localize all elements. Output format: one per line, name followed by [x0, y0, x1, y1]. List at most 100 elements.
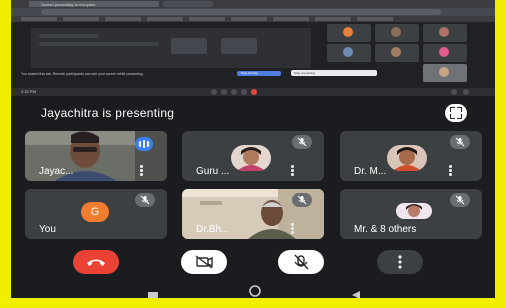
browser-tab: Screen presenting to everyone — [29, 1, 159, 7]
call-controls — [11, 250, 495, 282]
participant-name: Guru ... — [196, 166, 230, 177]
avatar-initial-letter: G — [90, 206, 100, 218]
avatar — [387, 145, 427, 171]
mic-off-icon — [294, 254, 309, 270]
shared-ctl — [211, 89, 217, 95]
shared-ctl — [241, 89, 247, 95]
thumb-avatar — [439, 27, 449, 37]
mic-muted-badge — [292, 135, 312, 149]
thumb-avatar — [439, 67, 449, 77]
shared-thumb — [327, 24, 371, 42]
end-call-button[interactable] — [73, 250, 119, 274]
speaking-indicator — [135, 137, 153, 151]
mic-muted-badge — [292, 193, 312, 207]
bookmark — [63, 17, 99, 21]
participant-name: Dr.Bh... — [196, 224, 230, 235]
mic-off-icon — [140, 195, 150, 205]
android-nav-bar — [11, 282, 495, 298]
shared-thumb — [423, 44, 467, 62]
mic-off-icon — [455, 195, 465, 205]
more-options-icon[interactable] — [140, 165, 143, 176]
mic-off-icon — [455, 137, 465, 147]
mic-off-icon — [297, 195, 307, 205]
participant-tile-self[interactable]: G You — [25, 189, 167, 239]
mic-toggle-button[interactable] — [278, 250, 324, 274]
shared-screen[interactable]: Screen presenting to everyone You shared… — [11, 0, 495, 96]
shared-ctl — [451, 89, 457, 95]
browser-tab-bar: Screen presenting to everyone — [11, 0, 495, 8]
blurred-text — [39, 34, 99, 38]
shared-thumb — [423, 64, 467, 82]
bookmark — [21, 17, 57, 21]
more-options-icon[interactable] — [449, 165, 452, 176]
shared-message: You shared this tab. Remote participants… — [21, 72, 144, 76]
address-bar — [11, 8, 495, 16]
bookmark — [231, 17, 267, 21]
bookmark — [189, 17, 225, 21]
fullscreen-button[interactable] — [445, 104, 467, 122]
participant-name: Mr. & 8 others — [354, 224, 417, 235]
more-options-icon[interactable] — [291, 165, 294, 176]
participant-tile[interactable]: Guru ... — [182, 131, 324, 181]
recents-button[interactable] — [147, 286, 159, 298]
avatar — [396, 203, 432, 219]
participant-tile[interactable]: Dr. M... — [340, 131, 482, 181]
shared-time: 2:32 PM — [21, 89, 36, 94]
home-button[interactable] — [247, 284, 263, 298]
shared-ctl — [221, 89, 227, 95]
participant-name: You — [39, 224, 56, 235]
presenting-banner: Jayachitra is presenting — [11, 100, 495, 126]
shared-thumb — [423, 24, 467, 42]
yellow-frame: Screen presenting to everyone You shared… — [0, 0, 505, 308]
url-box — [41, 9, 441, 15]
phone-screen: Screen presenting to everyone You shared… — [11, 0, 495, 298]
end-call-icon — [87, 259, 105, 266]
shared-end-ctl — [251, 89, 257, 95]
bookmark — [105, 17, 141, 21]
presenting-title: Jayachitra is presenting — [41, 106, 175, 120]
participant-name: Dr. M... — [354, 166, 387, 177]
more-options-icon[interactable] — [291, 223, 294, 234]
thumb-avatar — [391, 27, 401, 37]
recents-icon — [148, 292, 158, 298]
thumb-avatar — [343, 47, 353, 57]
participant-tile[interactable]: Jayac... — [25, 131, 167, 181]
shared-ctl — [231, 89, 237, 95]
more-options-icon — [398, 255, 402, 269]
camera-toggle-button[interactable] — [181, 250, 227, 274]
shared-ctl — [463, 89, 469, 95]
shared-thumb — [327, 44, 371, 62]
mic-muted-badge — [135, 193, 155, 207]
participant-tile-group[interactable]: Mr. & 8 others — [340, 189, 482, 239]
back-icon — [352, 291, 360, 298]
shared-control-strip: 2:32 PM — [11, 88, 495, 96]
home-icon — [249, 285, 261, 297]
participant-name: Jayac... — [39, 166, 74, 177]
browser-tab — [163, 1, 213, 7]
mic-muted-badge — [450, 193, 470, 207]
blurred-text — [39, 42, 159, 46]
thumb-avatar — [391, 47, 401, 57]
thumb-avatar — [343, 27, 353, 37]
camera-off-icon — [195, 255, 213, 269]
bookmark — [357, 17, 393, 21]
shared-thumb — [375, 44, 419, 62]
shared-main-pane — [31, 28, 311, 68]
stop-sharing-button[interactable]: Stop sharing — [237, 71, 281, 76]
mic-muted-badge — [450, 135, 470, 149]
bookmark — [147, 17, 183, 21]
presenting-popup[interactable]: Stop presenting — [291, 70, 377, 76]
blurred-thumb — [171, 38, 207, 54]
bookmark — [315, 17, 351, 21]
blurred-thumb — [221, 38, 257, 54]
participant-tile[interactable]: Dr.Bh... — [182, 189, 324, 239]
more-options-button[interactable] — [377, 250, 423, 274]
avatar — [231, 145, 271, 171]
thumb-avatar — [439, 47, 449, 57]
avatar-initial: G — [81, 202, 109, 222]
bookmark — [273, 17, 309, 21]
back-button[interactable] — [351, 286, 361, 298]
shared-thumb — [375, 24, 419, 42]
mic-off-icon — [297, 137, 307, 147]
shared-meet-area: You shared this tab. Remote participants… — [11, 22, 495, 88]
